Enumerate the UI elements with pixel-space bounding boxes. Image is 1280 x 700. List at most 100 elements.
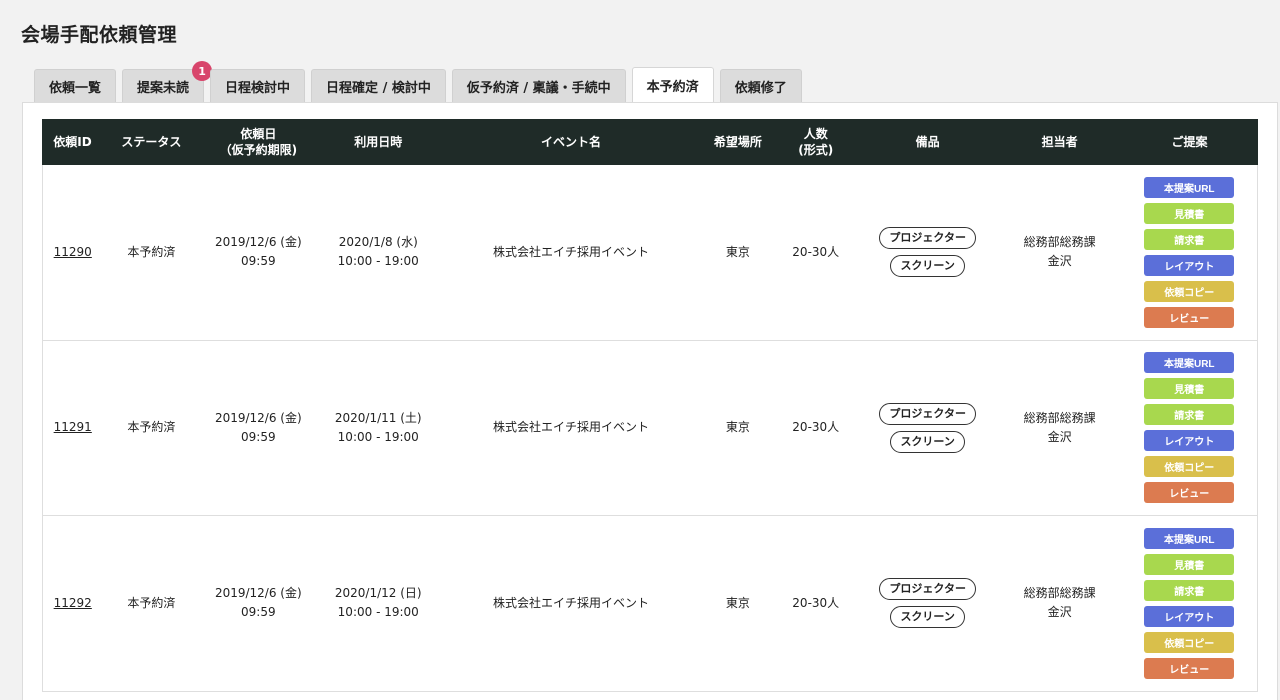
tab-request-completed[interactable]: 依頼修了 [719, 69, 802, 103]
cell-proposal: 本提案URL 見積書 請求書 レイアウト 依頼コピー レビュー [1121, 515, 1258, 692]
equipment-tag: スクリーン [890, 255, 965, 278]
header-id: 依頼ID [42, 119, 103, 165]
cell-id: 11292 [42, 515, 103, 692]
estimate-button[interactable]: 見積書 [1144, 202, 1235, 224]
cell-people: 20-30人 [773, 515, 858, 692]
cell-staff: 総務部総務課 金沢 [997, 164, 1122, 341]
invoice-button[interactable]: 請求書 [1144, 228, 1235, 250]
page-title: 会場手配依頼管理 [21, 24, 178, 46]
invoice-button[interactable]: 請求書 [1144, 579, 1235, 601]
cell-request-date: 2019/12/6 (金) 09:59 [200, 164, 317, 341]
tab-request-list[interactable]: 依頼一覧 [34, 69, 117, 103]
request-date: 2019/12/6 (金) [214, 586, 302, 601]
cell-equipment: プロジェクター スクリーン [857, 339, 998, 516]
staff-name: 金沢 [1047, 254, 1072, 269]
header-line: 人数 [803, 127, 828, 141]
cell-event: 株式会社エイチ採用イベント [440, 164, 702, 341]
copy-request-button[interactable]: 依頼コピー [1144, 631, 1235, 653]
cell-request-date: 2019/12/6 (金) 09:59 [200, 515, 317, 692]
request-table: 依頼ID ステータス 依頼日 （仮予約期限) 利用日時 イベント名 希望場所 人数… [42, 119, 1258, 692]
tab-confirmed-booked[interactable]: 本予約済 [631, 67, 714, 103]
header-line: （仮予約期限) [219, 143, 298, 157]
cell-proposal: 本提案URL 見積書 請求書 レイアウト 依頼コピー レビュー [1121, 164, 1258, 341]
header-status: ステータス [101, 119, 201, 165]
status-tabs: 依頼一覧 提案未読 1 日程検討中 日程確定 / 検討中 仮予約済 / 稟議・手続… [34, 61, 802, 103]
cell-equipment: プロジェクター スクリーン [857, 515, 998, 692]
tab-label: 依頼一覧 [49, 81, 102, 96]
equipment-tag: スクリーン [890, 430, 965, 453]
header-place: 希望場所 [701, 119, 775, 165]
cell-place: 東京 [701, 515, 774, 692]
tab-schedule-reviewing[interactable]: 日程検討中 [210, 69, 306, 103]
tab-label: 日程確定 / 検討中 [326, 81, 431, 96]
unread-count-badge: 1 [192, 61, 213, 81]
cell-people: 20-30人 [773, 339, 858, 516]
use-date: 2020/1/12 (日) [334, 586, 422, 601]
cell-proposal: 本提案URL 見積書 請求書 レイアウト 依頼コピー レビュー [1121, 339, 1258, 516]
header-line: (形式) [798, 143, 834, 157]
request-date: 2019/12/6 (金) [214, 410, 302, 425]
tab-proposal-unread[interactable]: 提案未読 1 [122, 61, 213, 103]
request-time: 09:59 [241, 605, 276, 620]
layout-button[interactable]: レイアウト [1144, 605, 1235, 627]
table-row: 11290 本予約済 2019/12/6 (金) 09:59 2020/1/8 (… [42, 164, 1258, 341]
tab-label: 仮予約済 / 稟議・手続中 [466, 81, 611, 96]
header-request-date: 依頼日 （仮予約期限) [199, 119, 317, 165]
proposal-button-list: 本提案URL 見積書 請求書 レイアウト 依頼コピー レビュー [1122, 176, 1258, 328]
cell-staff: 総務部総務課 金沢 [997, 515, 1122, 692]
estimate-button[interactable]: 見積書 [1144, 378, 1235, 400]
layout-button[interactable]: レイアウト [1144, 430, 1235, 452]
tab-label: 日程検討中 [225, 81, 291, 96]
review-button[interactable]: レビュー [1144, 482, 1235, 504]
cell-event: 株式会社エイチ採用イベント [440, 339, 702, 516]
tab-provisional-booked[interactable]: 仮予約済 / 稟議・手続中 [451, 69, 626, 103]
cell-use-datetime: 2020/1/12 (日) 10:00 - 19:00 [316, 515, 441, 692]
proposal-url-button[interactable]: 本提案URL [1144, 352, 1235, 374]
use-date: 2020/1/11 (土) [334, 410, 422, 425]
cell-status: 本予約済 [102, 515, 201, 692]
tab-label: 本予約済 [646, 80, 699, 95]
use-time: 10:00 - 19:00 [337, 429, 419, 444]
header-staff: 担当者 [997, 119, 1122, 165]
cell-use-datetime: 2020/1/8 (水) 10:00 - 19:00 [316, 164, 441, 341]
header-proposal: ご提案 [1121, 119, 1258, 165]
proposal-url-button[interactable]: 本提案URL [1144, 527, 1235, 549]
table-row: 11291 本予約済 2019/12/6 (金) 09:59 2020/1/11 … [42, 339, 1258, 516]
cell-place: 東京 [701, 164, 774, 341]
cell-staff: 総務部総務課 金沢 [997, 339, 1122, 516]
invoice-button[interactable]: 請求書 [1144, 404, 1235, 426]
request-time: 09:59 [241, 429, 276, 444]
request-id-link[interactable]: 11292 [54, 596, 92, 610]
use-time: 10:00 - 19:00 [337, 605, 419, 620]
equipment-tag: プロジェクター [879, 227, 976, 250]
cell-id: 11291 [42, 339, 103, 516]
tab-label: 依頼修了 [734, 81, 787, 96]
table-row: 11292 本予約済 2019/12/6 (金) 09:59 2020/1/12 … [42, 515, 1258, 692]
copy-request-button[interactable]: 依頼コピー [1144, 456, 1235, 478]
cell-people: 20-30人 [773, 164, 858, 341]
copy-request-button[interactable]: 依頼コピー [1144, 280, 1235, 302]
staff-dept: 総務部総務課 [1023, 410, 1096, 425]
request-id-link[interactable]: 11290 [54, 245, 92, 259]
review-button[interactable]: レビュー [1144, 306, 1235, 328]
content-panel: 依頼ID ステータス 依頼日 （仮予約期限) 利用日時 イベント名 希望場所 人数… [22, 102, 1278, 700]
cell-place: 東京 [701, 339, 774, 516]
cell-status: 本予約済 [102, 164, 201, 341]
cell-event: 株式会社エイチ採用イベント [440, 515, 702, 692]
review-button[interactable]: レビュー [1144, 657, 1235, 679]
proposal-url-button[interactable]: 本提案URL [1144, 176, 1235, 198]
equipment-tag: プロジェクター [879, 578, 976, 601]
header-line: 依頼日 [240, 127, 277, 141]
tab-schedule-confirmed[interactable]: 日程確定 / 検討中 [311, 69, 446, 103]
estimate-button[interactable]: 見積書 [1144, 553, 1235, 575]
proposal-button-list: 本提案URL 見積書 請求書 レイアウト 依頼コピー レビュー [1122, 527, 1258, 679]
request-id-link[interactable]: 11291 [54, 420, 92, 434]
layout-button[interactable]: レイアウト [1144, 254, 1235, 276]
cell-status: 本予約済 [102, 339, 201, 516]
staff-dept: 総務部総務課 [1023, 586, 1096, 601]
staff-dept: 総務部総務課 [1023, 235, 1096, 250]
cell-request-date: 2019/12/6 (金) 09:59 [200, 339, 317, 516]
proposal-button-list: 本提案URL 見積書 請求書 レイアウト 依頼コピー レビュー [1122, 352, 1258, 504]
tab-label: 提案未読 [137, 81, 190, 96]
header-people: 人数 (形式) [773, 119, 859, 165]
